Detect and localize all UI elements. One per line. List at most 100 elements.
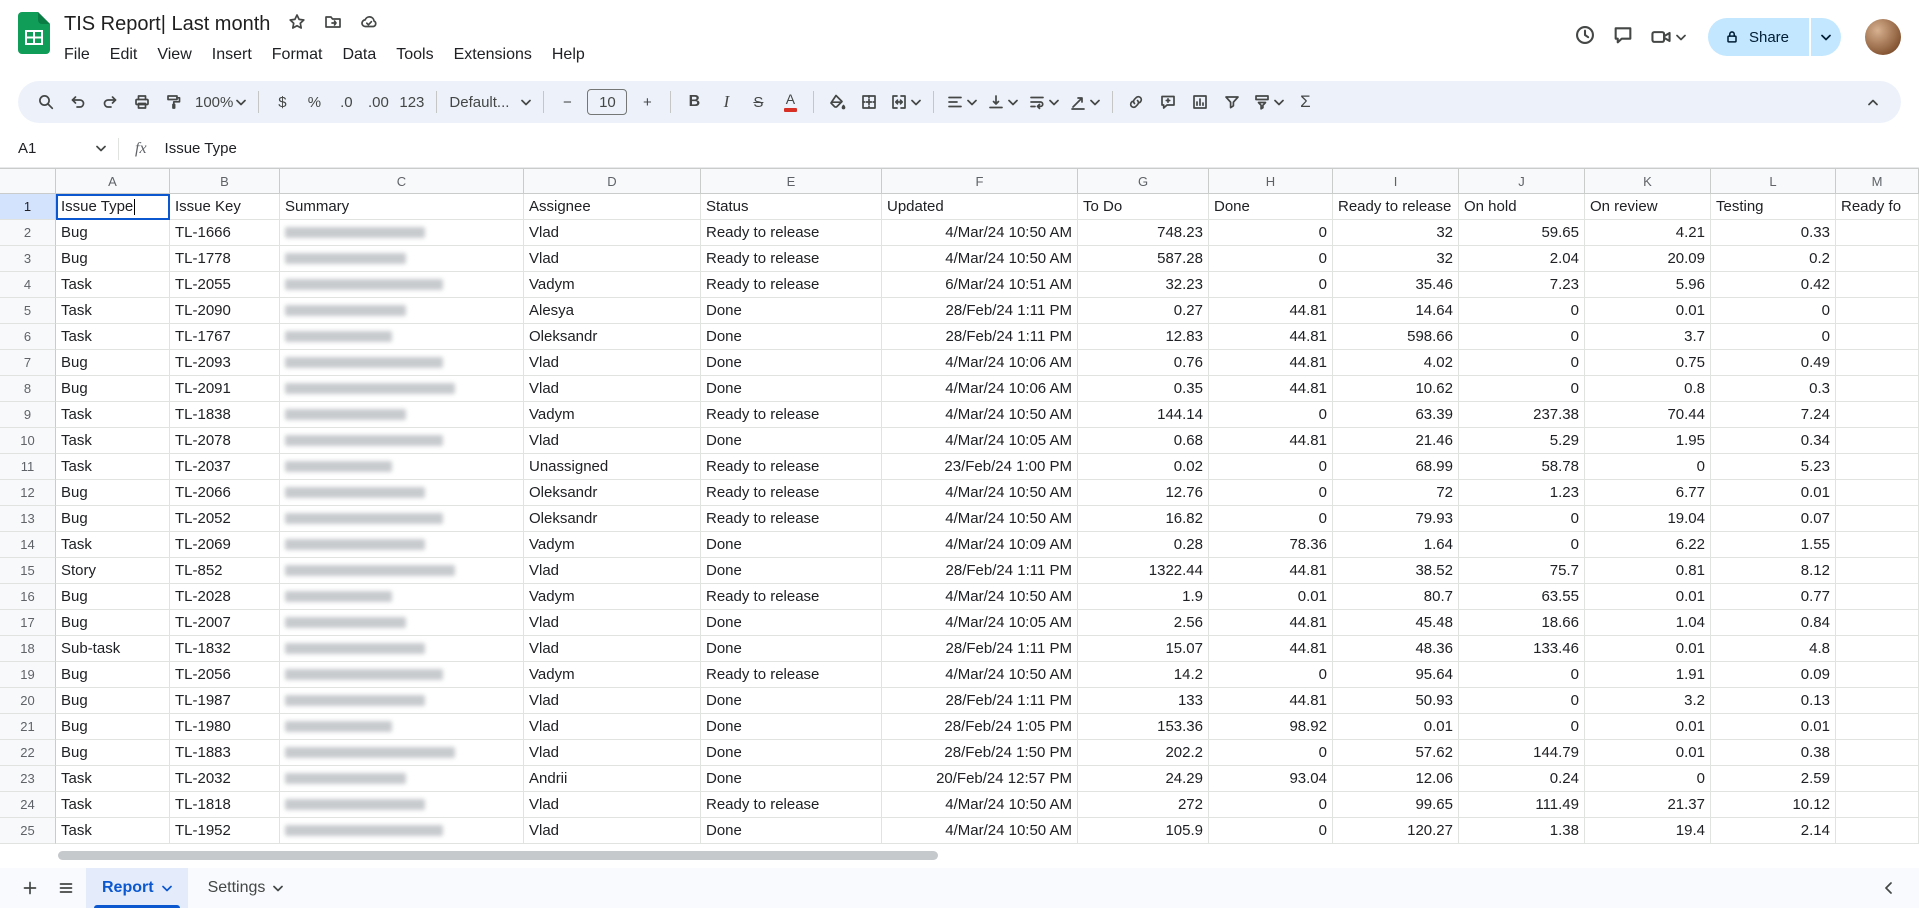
cell-issue-type[interactable]: Bug (56, 376, 170, 402)
cell-testing[interactable]: 0.84 (1711, 610, 1836, 636)
row-number[interactable]: 9 (0, 402, 56, 428)
cell-assignee[interactable]: Vlad (524, 818, 701, 844)
cell-on-hold[interactable]: 2.04 (1459, 246, 1585, 272)
cell-ready-to-release[interactable]: 14.64 (1333, 298, 1459, 324)
cell-testing[interactable]: 0.2 (1711, 246, 1836, 272)
menu-item[interactable]: Format (262, 43, 333, 67)
cell-on-hold[interactable]: 144.79 (1459, 740, 1585, 766)
row-number[interactable]: 24 (0, 792, 56, 818)
merge-cells-button[interactable] (885, 87, 926, 117)
cell-summary[interactable] (280, 688, 524, 714)
cell-status[interactable]: Done (701, 714, 882, 740)
cell-on-review[interactable]: 1.95 (1585, 428, 1711, 454)
cell-ready-for[interactable] (1836, 272, 1919, 298)
cell-ready-to-release[interactable]: 38.52 (1333, 558, 1459, 584)
cell-assignee[interactable]: Unassigned (524, 454, 701, 480)
cell-done[interactable]: 0 (1209, 792, 1333, 818)
cell-todo[interactable]: 587.28 (1078, 246, 1209, 272)
cell-on-review[interactable]: 0.81 (1585, 558, 1711, 584)
cell-ready-to-release[interactable]: 32 (1333, 220, 1459, 246)
header-cell-issue-key[interactable]: Issue Key (170, 194, 280, 220)
cell-on-review[interactable]: 0.01 (1585, 740, 1711, 766)
cell-on-review[interactable]: 70.44 (1585, 402, 1711, 428)
cell-on-review[interactable]: 5.96 (1585, 272, 1711, 298)
cell-on-hold[interactable]: 0 (1459, 688, 1585, 714)
cell-issue-type[interactable]: Bug (56, 714, 170, 740)
cell-issue-key[interactable]: TL-1987 (170, 688, 280, 714)
cell-ready-for[interactable] (1836, 792, 1919, 818)
cell-issue-type[interactable]: Bug (56, 220, 170, 246)
cell-issue-key[interactable]: TL-1767 (170, 324, 280, 350)
cell-done[interactable]: 0 (1209, 740, 1333, 766)
text-color-button[interactable]: A (774, 87, 806, 117)
cell-summary[interactable] (280, 220, 524, 246)
cell-on-hold[interactable]: 1.23 (1459, 480, 1585, 506)
cell-issue-type[interactable]: Task (56, 298, 170, 324)
cell-testing[interactable]: 8.12 (1711, 558, 1836, 584)
cell-testing[interactable]: 5.23 (1711, 454, 1836, 480)
cell-issue-type[interactable]: Story (56, 558, 170, 584)
cell-testing[interactable]: 0.42 (1711, 272, 1836, 298)
cell-issue-key[interactable]: TL-2007 (170, 610, 280, 636)
decrease-font-size-button[interactable]: − (551, 87, 583, 117)
cell-summary[interactable] (280, 506, 524, 532)
cell-testing[interactable]: 0.34 (1711, 428, 1836, 454)
cell-updated[interactable]: 4/Mar/24 10:09 AM (882, 532, 1078, 558)
cell-on-review[interactable]: 0.8 (1585, 376, 1711, 402)
column-header[interactable]: I (1333, 169, 1459, 194)
cell-issue-key[interactable]: TL-2028 (170, 584, 280, 610)
cell-summary[interactable] (280, 298, 524, 324)
header-cell-updated[interactable]: Updated (882, 194, 1078, 220)
cell-assignee[interactable]: Vlad (524, 376, 701, 402)
cell-issue-type[interactable]: Task (56, 818, 170, 844)
cell-done[interactable]: 44.81 (1209, 350, 1333, 376)
cell-updated[interactable]: 4/Mar/24 10:50 AM (882, 220, 1078, 246)
font-select[interactable]: Default... (444, 87, 536, 117)
cell-done[interactable]: 0 (1209, 480, 1333, 506)
cell-assignee[interactable]: Oleksandr (524, 480, 701, 506)
text-wrap-button[interactable] (1023, 87, 1064, 117)
row-number[interactable]: 15 (0, 558, 56, 584)
menu-item[interactable]: Tools (386, 43, 443, 67)
cell-assignee[interactable]: Vlad (524, 688, 701, 714)
cell-assignee[interactable]: Vadym (524, 584, 701, 610)
add-sheet-button[interactable] (14, 872, 46, 904)
cell-assignee[interactable]: Vadym (524, 272, 701, 298)
cell-summary[interactable] (280, 818, 524, 844)
cell-updated[interactable]: 4/Mar/24 10:50 AM (882, 662, 1078, 688)
cell-updated[interactable]: 4/Mar/24 10:50 AM (882, 480, 1078, 506)
formula-input[interactable]: Issue Type (165, 140, 1919, 157)
cell-ready-to-release[interactable]: 80.7 (1333, 584, 1459, 610)
cell-todo[interactable]: 12.83 (1078, 324, 1209, 350)
cell-assignee[interactable]: Vlad (524, 428, 701, 454)
cell-assignee[interactable]: Vlad (524, 740, 701, 766)
cell-issue-type[interactable]: Bug (56, 506, 170, 532)
cell-todo[interactable]: 0.02 (1078, 454, 1209, 480)
cell-done[interactable]: 0 (1209, 246, 1333, 272)
currency-format-button[interactable]: $ (266, 87, 298, 117)
cell-issue-type[interactable]: Bug (56, 350, 170, 376)
cell-todo[interactable]: 105.9 (1078, 818, 1209, 844)
cell-on-hold[interactable]: 7.23 (1459, 272, 1585, 298)
column-header[interactable]: C (280, 169, 524, 194)
cell-updated[interactable]: 20/Feb/24 12:57 PM (882, 766, 1078, 792)
cell-testing[interactable]: 0.09 (1711, 662, 1836, 688)
all-sheets-button[interactable] (50, 872, 82, 904)
cell-done[interactable]: 44.81 (1209, 610, 1333, 636)
row-number[interactable]: 18 (0, 636, 56, 662)
row-number[interactable]: 10 (0, 428, 56, 454)
meet-video-button[interactable] (1650, 26, 1686, 48)
cell-on-review[interactable]: 20.09 (1585, 246, 1711, 272)
cell-on-hold[interactable]: 0 (1459, 298, 1585, 324)
cell-done[interactable]: 44.81 (1209, 324, 1333, 350)
cell-todo[interactable]: 0.68 (1078, 428, 1209, 454)
cell-ready-for[interactable] (1836, 636, 1919, 662)
cell-ready-to-release[interactable]: 48.36 (1333, 636, 1459, 662)
cell-issue-type[interactable]: Bug (56, 480, 170, 506)
cell-summary[interactable] (280, 272, 524, 298)
move-folder-icon[interactable] (324, 13, 342, 36)
cell-issue-type[interactable]: Task (56, 766, 170, 792)
create-filter-button[interactable] (1216, 87, 1248, 117)
menu-item[interactable]: Insert (202, 43, 262, 67)
cell-on-review[interactable]: 19.04 (1585, 506, 1711, 532)
